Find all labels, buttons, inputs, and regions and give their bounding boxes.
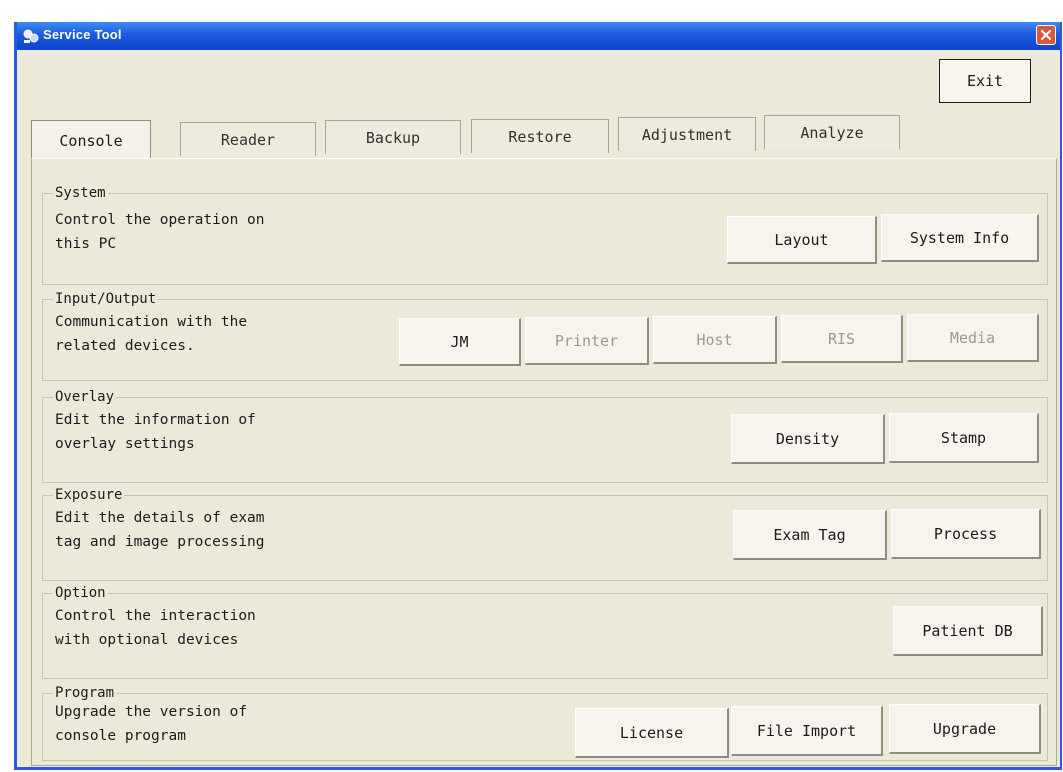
option-description: Control the interaction with optional de…: [55, 604, 365, 652]
system-group-title: System: [53, 185, 108, 201]
exposure-desc-line2: tag and image processing: [55, 534, 265, 550]
tab-console[interactable]: Console: [31, 120, 151, 160]
layout-button[interactable]: Layout: [727, 216, 877, 264]
option-group: Option Control the interaction with opti…: [42, 585, 1048, 679]
ris-button: RIS: [781, 315, 903, 363]
tab-backup[interactable]: Backup: [325, 120, 461, 154]
exam-tag-button[interactable]: Exam Tag: [733, 510, 887, 560]
title-bar[interactable]: Service Tool: [17, 22, 1060, 50]
exposure-group: Exposure Edit the details of exam tag an…: [42, 487, 1048, 581]
service-tool-window: Service Tool Exit Console Reader Backup …: [14, 22, 1062, 770]
input-output-group-title: Input/Output: [53, 291, 159, 307]
exposure-group-title: Exposure: [53, 487, 125, 503]
upgrade-button[interactable]: Upgrade: [889, 704, 1041, 754]
service-tool-icon: [22, 27, 40, 45]
tab-restore[interactable]: Restore: [471, 119, 609, 153]
media-button: Media: [907, 314, 1039, 362]
system-desc-line2: this PC: [55, 236, 117, 252]
system-description: Control the operation on this PC: [55, 208, 365, 256]
input-output-group: Input/Output Communication with the rela…: [42, 291, 1048, 381]
close-button[interactable]: [1036, 25, 1056, 45]
system-desc-line1: Control the operation on: [55, 212, 265, 228]
overlay-desc-line1: Edit the information of: [55, 412, 256, 428]
overlay-group-title: Overlay: [53, 389, 117, 405]
exposure-desc-line1: Edit the details of exam: [55, 510, 265, 526]
program-group-title: Program: [53, 685, 117, 701]
exposure-description: Edit the details of exam tag and image p…: [55, 506, 365, 554]
program-group: Program Upgrade the version of console p…: [42, 685, 1048, 761]
program-description: Upgrade the version of console program: [55, 700, 365, 748]
option-desc-line1: Control the interaction: [55, 608, 256, 624]
printer-button: Printer: [525, 317, 649, 365]
program-desc-line1: Upgrade the version of: [55, 704, 248, 720]
console-tab-panel: System Control the operation on this PC …: [31, 158, 1057, 766]
stamp-button[interactable]: Stamp: [889, 413, 1039, 463]
jm-button[interactable]: JM: [399, 318, 521, 366]
file-import-button[interactable]: File Import: [731, 706, 883, 756]
system-info-button[interactable]: System Info: [881, 214, 1039, 262]
system-group: System Control the operation on this PC …: [42, 185, 1048, 285]
window-title: Service Tool: [43, 27, 122, 42]
overlay-description: Edit the information of overlay settings: [55, 408, 365, 456]
io-desc-line1: Communication with the: [55, 314, 248, 330]
tab-analyze[interactable]: Analyze: [764, 115, 900, 149]
tab-adjustment[interactable]: Adjustment: [618, 117, 756, 151]
close-icon: [1040, 29, 1052, 41]
input-output-description: Communication with the related devices.: [55, 310, 365, 358]
patient-db-button[interactable]: Patient DB: [893, 606, 1043, 656]
exit-button[interactable]: Exit: [939, 59, 1031, 103]
overlay-group: Overlay Edit the information of overlay …: [42, 389, 1048, 483]
host-button: Host: [653, 316, 777, 364]
overlay-desc-line2: overlay settings: [55, 436, 195, 452]
license-button[interactable]: License: [575, 708, 729, 758]
process-button[interactable]: Process: [891, 509, 1041, 559]
tab-reader[interactable]: Reader: [180, 122, 316, 156]
io-desc-line2: related devices.: [55, 338, 195, 354]
option-desc-line2: with optional devices: [55, 632, 239, 648]
option-group-title: Option: [53, 585, 108, 601]
program-desc-line2: console program: [55, 728, 186, 744]
density-button[interactable]: Density: [731, 414, 885, 464]
